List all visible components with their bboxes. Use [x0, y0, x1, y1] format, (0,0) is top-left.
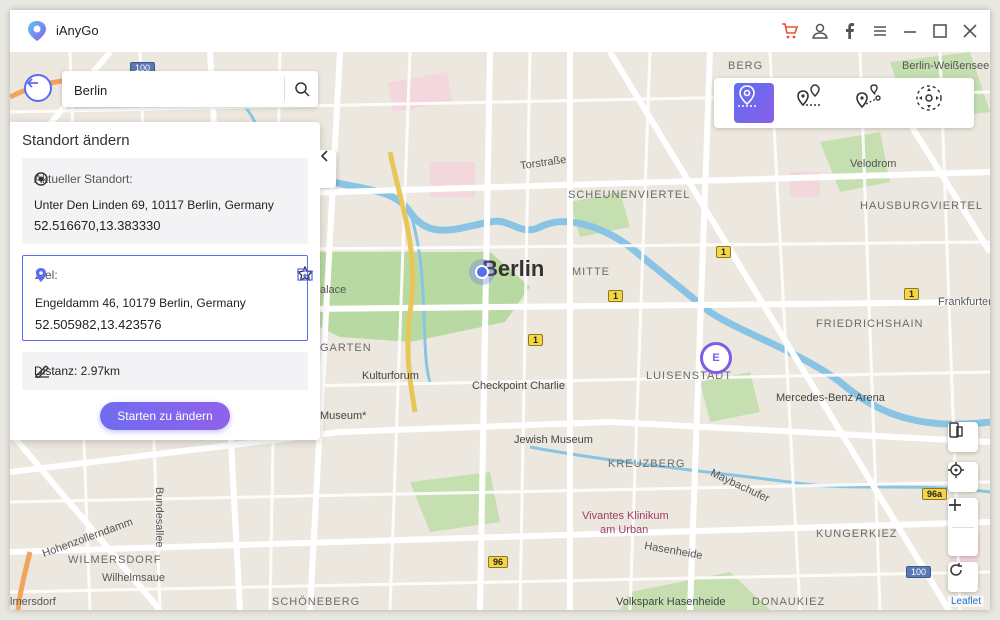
teleport-mode-icon [738, 85, 756, 107]
minus-icon [949, 504, 961, 506]
distance-card: Distanz: 2.97km [22, 352, 308, 390]
close-icon[interactable] [960, 21, 980, 41]
two-spot-mode-button[interactable] [794, 83, 834, 123]
app-window: iAnyGo Berlin Torstraße SCHEUNENVIERTEL … [10, 10, 990, 610]
goal-location-card[interactable]: Ziel: Engeldamm 46, 10179 Berlin, German… [22, 255, 313, 341]
ruler-icon [35, 365, 49, 378]
ianygo-logo-icon [28, 21, 46, 41]
map-label-hausburgviertel: HAUSBURGVIERTEL [860, 200, 983, 212]
crosshair-icon [948, 462, 964, 478]
map-label-berg: BERG [728, 60, 764, 72]
road-badge: 1 [528, 334, 544, 346]
search-divider [284, 77, 285, 101]
current-location-card: Aktueller Standort: Unter Den Linden 69,… [22, 158, 308, 244]
map-label-garten: GARTEN [320, 342, 372, 354]
joystick-mode-icon [916, 85, 942, 111]
map-label-kulturforum: Kulturforum [362, 370, 419, 382]
back-button[interactable] [24, 74, 52, 102]
arrow-left-icon [26, 78, 38, 88]
map-label-velodrom: Velodrom [850, 158, 897, 170]
search-button[interactable] [292, 79, 312, 99]
user-icon[interactable] [810, 21, 830, 41]
current-location-address: Unter Den Linden 69, 10117 Berlin, Germa… [34, 198, 274, 212]
search-icon [295, 82, 310, 97]
current-location-coords: 52.516670,13.383330 [34, 218, 161, 233]
map-label-friedrichshain: FRIEDRICHSHAIN [816, 318, 924, 330]
device-button[interactable] [948, 422, 978, 452]
title-bar: iAnyGo [10, 10, 990, 52]
maximize-icon[interactable] [930, 21, 950, 41]
phone-icon [949, 422, 963, 438]
map-label-scheunenviertel: SCHEUNENVIERTEL [568, 189, 691, 201]
rotate-icon [950, 563, 962, 576]
map-label-alace: alace [320, 284, 347, 296]
map-label-museum: Museum* [320, 410, 367, 422]
road-badge: 1 [904, 288, 920, 300]
map-label-kreuzberg: KREUZBERG [608, 458, 686, 470]
map-label-mercedes-benz-arena: Mercedes-Benz Arena [776, 392, 885, 404]
goal-location-address: Engeldamm 46, 10179 Berlin, Germany [35, 296, 246, 310]
joystick-mode-button[interactable] [914, 83, 954, 123]
map-view[interactable]: Berlin Torstraße SCHEUNENVIERTEL MITTE B… [10, 52, 990, 610]
current-location-label: Aktueller Standort: [34, 172, 133, 186]
target-icon [34, 172, 48, 186]
start-change-button[interactable]: Starten zu ändern [100, 402, 230, 430]
destination-marker[interactable]: E [700, 342, 732, 374]
map-label-am-urban: am Urban [600, 524, 649, 536]
map-label-bundesallee: Bundesallee [153, 487, 165, 548]
facebook-icon[interactable] [840, 21, 860, 41]
panel-title: Standort ändern [22, 132, 130, 149]
road-badge: 1 [608, 290, 624, 302]
road-badge: 96 [488, 556, 509, 568]
collapse-panel-button[interactable] [320, 150, 336, 188]
search-box [62, 71, 318, 107]
search-input[interactable] [72, 79, 276, 101]
cart-icon[interactable] [780, 21, 800, 41]
map-label-mitte: MITTE [572, 266, 610, 278]
current-location-marker[interactable] [469, 259, 495, 285]
map-label-schoeneberg: SCHÖNEBERG [272, 596, 361, 608]
map-label-vivantes-klinikum: Vivantes Klinikum [582, 510, 669, 522]
map-label-wilmersdorf: WILMERSDORF [68, 554, 162, 566]
locate-button[interactable] [948, 462, 978, 492]
location-pin-icon [36, 268, 46, 282]
two-spot-mode-icon [797, 84, 820, 107]
map-label-checkpoint-charlie: Checkpoint Charlie [472, 380, 565, 392]
chevron-left-icon [320, 150, 328, 162]
map-label-donaukiez: DONAUKIEZ [752, 596, 826, 608]
zoom-divider [952, 526, 974, 528]
minimize-icon[interactable] [900, 21, 920, 41]
reset-button[interactable] [948, 562, 978, 592]
map-label-kungerkiez: KUNGERKIEZ [816, 528, 898, 540]
multi-spot-mode-button[interactable] [854, 83, 894, 123]
map-label-berlin-weissensee: Berlin-Weißensee [902, 60, 990, 72]
map-label-frankfurter: Frankfurter [938, 296, 990, 308]
map-label-lmersdorf: lmersdorf [10, 596, 56, 608]
goal-location-coords: 52.505982,13.423576 [35, 317, 162, 332]
map-label-wilhelmsaue: Wilhelmsaue [102, 572, 165, 584]
multi-spot-mode-icon [856, 84, 881, 109]
map-label-volkspark-hasenheide: Volkspark Hasenheide [616, 596, 726, 608]
location-panel: Standort ändern Aktueller Standort: Unte… [10, 122, 320, 440]
zoom-controls [948, 498, 978, 556]
road-badge: 96a [922, 488, 948, 500]
app-title: iAnyGo [56, 23, 99, 38]
teleport-mode-button[interactable] [734, 83, 774, 123]
map-label-jewish-museum: Jewish Museum [514, 434, 593, 446]
mode-selector [714, 78, 974, 128]
road-badge: 1 [716, 246, 732, 258]
road-badge: 100 [906, 566, 932, 578]
leaflet-attribution[interactable]: Leaflet [947, 596, 984, 607]
folder-star-icon[interactable] [297, 266, 313, 282]
menu-icon[interactable] [870, 21, 890, 41]
